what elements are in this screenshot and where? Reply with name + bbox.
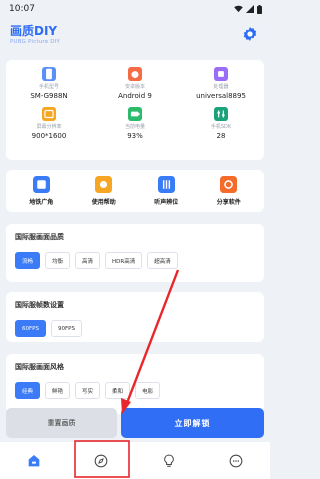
android-icon xyxy=(128,67,142,81)
quality-section: 国际服画面品质 流畅 均衡 高清 HDR高清 超高清 xyxy=(6,224,264,282)
tool-icon-wrap xyxy=(32,176,50,193)
device-info-value: SM-G988N xyxy=(30,92,68,100)
device-info-value: 93% xyxy=(127,132,143,140)
tool-icon-wrap xyxy=(157,176,175,193)
style-option[interactable]: 写实 xyxy=(75,382,101,399)
compass-icon xyxy=(94,454,108,467)
nav-tips[interactable] xyxy=(159,451,179,471)
status-icons xyxy=(234,4,262,14)
device-info-item: 处理器 universal8895 xyxy=(178,67,264,101)
device-info-item: 当前电量 93% xyxy=(92,107,178,141)
quality-options: 流畅 均衡 高清 HDR高清 超高清 xyxy=(15,252,255,269)
settings-button[interactable] xyxy=(242,26,258,42)
fps-options: 60FPS 90FPS xyxy=(15,320,255,337)
info-icon-wrap xyxy=(42,67,56,81)
app-title: 画质DIY xyxy=(10,24,58,38)
resolution-icon xyxy=(42,107,56,121)
style-section: 国际服画面风格 经典 鲜艳 写实 柔和 电影 xyxy=(6,354,264,414)
fps-title: 国际服帧数设置 xyxy=(15,301,64,309)
signal-icon xyxy=(246,5,254,13)
status-bar: 10:07 xyxy=(0,0,270,18)
style-option[interactable]: 电影 xyxy=(135,382,161,399)
more-icon xyxy=(229,454,243,467)
battery-status-icon xyxy=(257,4,262,14)
nav-more[interactable] xyxy=(226,451,246,471)
tool-item[interactable]: 听声辨位 xyxy=(136,176,196,206)
nav-home[interactable] xyxy=(24,451,44,471)
device-info-label: 手机SDK xyxy=(210,124,232,130)
device-info-card: 手机型号 SM-G988N 安卓版本 Android 9 处理器 universal889… xyxy=(6,60,264,160)
tool-label: 听声辨位 xyxy=(154,199,179,206)
wifi-icon xyxy=(234,5,243,13)
quality-option[interactable]: 高清 xyxy=(75,252,101,269)
quality-option[interactable]: HDR高清 xyxy=(105,252,143,269)
wide-angle-icon xyxy=(32,176,50,193)
tool-item[interactable]: 分享软件 xyxy=(199,176,259,206)
share-icon xyxy=(220,176,238,193)
info-icon-wrap xyxy=(214,67,228,81)
style-option[interactable]: 经典 xyxy=(15,382,41,399)
device-info-item: 屏幕分辨率 900*1600 xyxy=(6,107,92,141)
device-info-label: 当前电量 xyxy=(124,124,145,130)
device-info-label: 屏幕分辨率 xyxy=(36,124,62,130)
quality-option[interactable]: 流畅 xyxy=(15,252,41,269)
nav-discover[interactable] xyxy=(91,451,111,471)
processor-icon xyxy=(214,67,228,81)
fps-option[interactable]: 60FPS xyxy=(15,320,46,337)
tool-icon-wrap xyxy=(95,176,113,193)
tool-item[interactable]: 地铁广角 xyxy=(11,176,71,206)
sdk-icon xyxy=(214,107,228,121)
fps-section: 国际服帧数设置 60FPS 90FPS xyxy=(6,292,264,342)
info-icon-wrap xyxy=(42,107,56,121)
info-icon-wrap xyxy=(214,107,228,121)
quality-option[interactable]: 超高清 xyxy=(147,252,178,269)
device-info-item: 手机SDK 28 xyxy=(178,107,264,141)
info-icon-wrap xyxy=(128,107,142,121)
tool-icon-wrap xyxy=(220,176,238,193)
bottom-actions: 重置画质 立即解锁 xyxy=(6,408,264,438)
tools-card: 地铁广角 使用帮助 听声辨位 分享软件 xyxy=(6,170,264,212)
unlock-now-button[interactable]: 立即解锁 xyxy=(121,408,264,438)
style-options: 经典 鲜艳 写实 柔和 电影 xyxy=(15,382,255,399)
tool-label: 分享软件 xyxy=(216,199,241,206)
device-info-label: 手机型号 xyxy=(38,84,59,90)
tool-label: 地铁广角 xyxy=(29,199,54,206)
device-info-value: 28 xyxy=(216,132,226,140)
tool-item[interactable]: 使用帮助 xyxy=(74,176,134,206)
style-option[interactable]: 柔和 xyxy=(105,382,131,399)
battery-icon xyxy=(128,107,142,121)
device-info-label: 处理器 xyxy=(213,84,229,90)
lightbulb-icon xyxy=(163,454,174,467)
quality-option[interactable]: 均衡 xyxy=(45,252,71,269)
fps-option[interactable]: 90FPS xyxy=(50,320,82,337)
bottom-nav xyxy=(0,442,270,479)
style-option[interactable]: 鲜艳 xyxy=(45,382,71,399)
sound-locate-icon xyxy=(157,176,175,193)
device-info-value: Android 9 xyxy=(118,92,152,100)
device-info-value: 900*1600 xyxy=(31,132,67,140)
status-time: 10:07 xyxy=(9,4,35,14)
tool-label: 使用帮助 xyxy=(91,199,116,206)
style-title: 国际服画面风格 xyxy=(15,363,64,371)
device-info-grid: 手机型号 SM-G988N 安卓版本 Android 9 处理器 universal889… xyxy=(6,60,264,141)
device-info-value: universal8895 xyxy=(196,92,246,100)
app-header: 画质DIY PUBG Picture DIY xyxy=(0,18,270,52)
phone-model-icon xyxy=(42,67,56,81)
quality-title: 国际服画面品质 xyxy=(15,233,64,241)
device-info-item: 安卓版本 Android 9 xyxy=(92,67,178,101)
info-icon-wrap xyxy=(128,67,142,81)
device-info-label: 安卓版本 xyxy=(124,84,145,90)
help-icon xyxy=(95,176,113,193)
gear-icon xyxy=(243,27,257,41)
reset-quality-button[interactable]: 重置画质 xyxy=(6,408,117,438)
home-icon xyxy=(28,454,40,466)
device-info-item: 手机型号 SM-G988N xyxy=(6,67,92,101)
app-subtitle: PUBG Picture DIY xyxy=(10,39,61,45)
